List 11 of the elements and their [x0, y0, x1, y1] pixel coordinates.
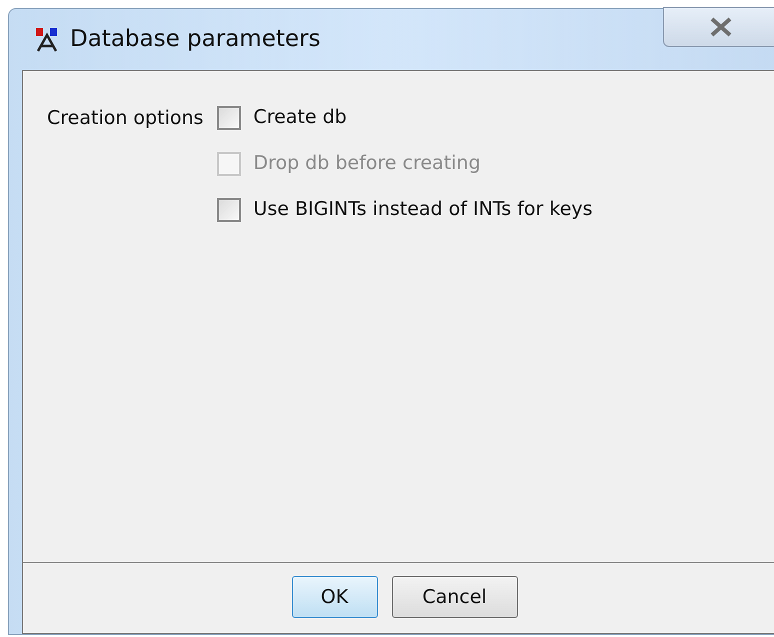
checkbox[interactable]: [217, 198, 242, 222]
close-button[interactable]: [663, 7, 774, 47]
group-label: Creation options: [47, 106, 204, 131]
dialog-button[interactable]: OK: [292, 576, 378, 618]
app-logo-icon: [34, 26, 60, 52]
close-icon: [708, 17, 734, 37]
window-title: Database parameters: [70, 25, 320, 54]
checkbox-option[interactable]: Create db: [217, 105, 593, 130]
dialog-button[interactable]: Cancel: [392, 576, 518, 618]
checkbox-option[interactable]: Use BIGINTs instead of INTs for keys: [217, 197, 593, 222]
checkbox[interactable]: [217, 106, 242, 130]
